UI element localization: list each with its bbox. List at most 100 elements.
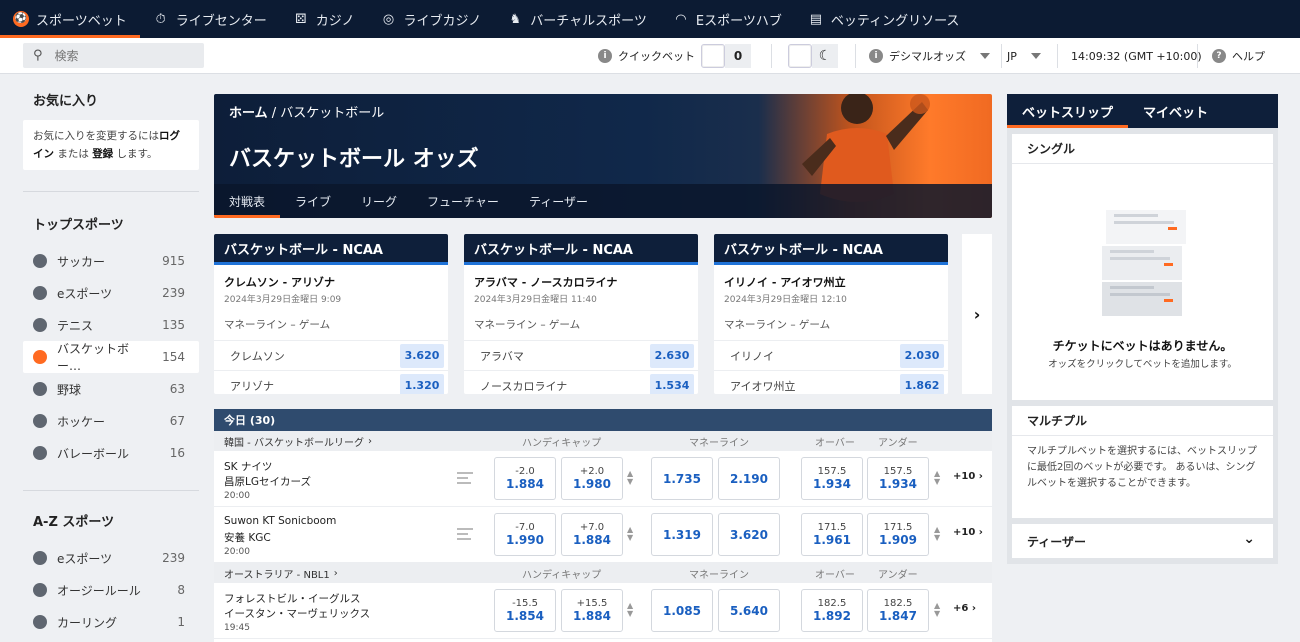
nav-sportsbet[interactable]: ⚽ スポーツベット bbox=[0, 0, 140, 38]
team-away[interactable]: 安養 KGC bbox=[224, 530, 271, 545]
alt-lines-icon[interactable]: ▲ ▼ bbox=[934, 602, 940, 618]
nav-casino[interactable]: ⚄ カジノ bbox=[280, 0, 368, 38]
alt-lines-icon[interactable]: ▲ ▼ bbox=[934, 526, 940, 542]
under-button[interactable]: 182.5 1.847 bbox=[867, 589, 929, 632]
sidebar-item-esports-az[interactable]: eスポーツ 239 bbox=[23, 542, 199, 574]
language-select[interactable]: JP bbox=[1007, 38, 1041, 74]
moon-icon[interactable]: ☾ bbox=[812, 44, 838, 68]
nav-live-center[interactable]: ⏱ ライブセンター bbox=[140, 0, 280, 38]
theme-toggle[interactable] bbox=[788, 44, 812, 68]
sidebar-item-curling[interactable]: カーリング 1 bbox=[23, 606, 199, 638]
more-markets-link[interactable]: +10 › bbox=[953, 527, 983, 538]
soccer-ball-icon: ⚽ bbox=[13, 11, 29, 27]
sidebar-item-hockey[interactable]: ホッケー 67 bbox=[23, 405, 199, 437]
teaser-panel[interactable]: ティーザー ⌄ bbox=[1012, 524, 1273, 558]
quickbet-toggle[interactable] bbox=[701, 44, 725, 68]
sidebar-item-baseball[interactable]: 野球 63 bbox=[23, 373, 199, 405]
alt-lines-icon[interactable]: ▲ ▼ bbox=[627, 470, 633, 486]
alt-lines-icon[interactable]: ▲ ▼ bbox=[627, 526, 633, 542]
theme-switch: ☾ bbox=[788, 38, 838, 74]
tab-leagues[interactable]: リーグ bbox=[346, 184, 412, 218]
odds-value: 1.990 bbox=[506, 533, 544, 547]
sidebar-item-aussie-rules[interactable]: オージールール 8 bbox=[23, 574, 199, 606]
alt-lines-icon[interactable]: ▲ ▼ bbox=[627, 602, 633, 618]
moneyline-home-button[interactable]: 1.319 bbox=[651, 513, 713, 556]
help-label: ヘルプ bbox=[1232, 50, 1265, 63]
search-box[interactable]: ⚲ bbox=[23, 43, 204, 68]
handicap-home-button[interactable]: -15.5 1.854 bbox=[494, 589, 556, 632]
nav-label: ライブセンター bbox=[175, 13, 267, 29]
odds-button[interactable]: 3.620 bbox=[400, 343, 444, 368]
chevron-right-icon[interactable]: › bbox=[962, 234, 992, 394]
odds-button[interactable]: 1.320 bbox=[400, 373, 444, 394]
tab-teasers[interactable]: ティーザー bbox=[514, 184, 603, 218]
language-value: JP bbox=[1007, 49, 1017, 63]
single-panel: シングル チケットにベットはありません。 オッズをクリックしてベットを追加します… bbox=[1012, 134, 1273, 400]
help-link[interactable]: ? ヘルプ bbox=[1212, 38, 1265, 74]
tab-betslip[interactable]: ベットスリップ bbox=[1007, 94, 1128, 128]
sidebar-item-esports[interactable]: eスポーツ 239 bbox=[23, 277, 199, 309]
nav-live-casino[interactable]: ◎ ライブカジノ bbox=[368, 0, 495, 38]
nav-betting-resources[interactable]: ▤ ベッティングリソース bbox=[795, 0, 973, 38]
more-markets-link[interactable]: +10 › bbox=[953, 471, 983, 482]
moneyline-home-button[interactable]: 1.085 bbox=[651, 589, 713, 632]
under-button[interactable]: 157.5 1.934 bbox=[867, 457, 929, 500]
nav-esports-hub[interactable]: ◠ Eスポーツハブ bbox=[660, 0, 795, 38]
odds-button[interactable]: 1.534 bbox=[650, 373, 694, 394]
breadcrumb-home[interactable]: ホーム bbox=[229, 106, 268, 121]
tab-mybets[interactable]: マイベット bbox=[1128, 94, 1223, 128]
stats-icon[interactable] bbox=[457, 471, 473, 485]
sidebar-item-soccer[interactable]: サッカー 915 bbox=[23, 245, 199, 277]
sidebar-item-basketball[interactable]: バスケットボー… 154 bbox=[23, 341, 199, 373]
team-home[interactable]: Suwon KT Sonicboom bbox=[224, 515, 336, 527]
sidebar-item-volleyball[interactable]: バレーボール 16 bbox=[23, 437, 199, 469]
over-button[interactable]: 157.5 1.934 bbox=[801, 457, 863, 500]
alt-lines-icon[interactable]: ▲ ▼ bbox=[934, 470, 940, 486]
moneyline-away-button[interactable]: 3.620 bbox=[718, 513, 780, 556]
odds-format-select[interactable]: i デシマルオッズ bbox=[869, 38, 990, 74]
clock: 14:09:32 (GMT +10:00) bbox=[1071, 49, 1202, 63]
utility-bar: ⚲ i クイックベット 0 ☾ i デシマルオッズ JP 14:09:32 (G… bbox=[0, 38, 1300, 74]
moneyline-away-button[interactable]: 5.640 bbox=[718, 589, 780, 632]
handicap-home-button[interactable]: -7.0 1.990 bbox=[494, 513, 556, 556]
more-markets-link[interactable]: +6 › bbox=[953, 603, 976, 614]
odds-button[interactable]: 2.030 bbox=[900, 343, 944, 368]
league-header[interactable]: 韓国 - バスケットボールリーグ › ハンディキャップ マネーライン オーバー ア… bbox=[214, 431, 992, 451]
over-button[interactable]: 182.5 1.892 bbox=[801, 589, 863, 632]
divider bbox=[23, 490, 199, 491]
odds-value: 3.620 bbox=[730, 527, 768, 542]
search-input[interactable] bbox=[54, 48, 175, 63]
card-match[interactable]: アラバマ - ノースカロライナ bbox=[464, 265, 698, 290]
league-header[interactable]: オーストラリア - NBL1 › ハンディキャップ マネーライン オーバー アンダ… bbox=[214, 563, 992, 583]
breadcrumb-current: バスケットボール bbox=[280, 106, 385, 121]
tab-live[interactable]: ライブ bbox=[280, 184, 346, 218]
register-link[interactable]: 登録 bbox=[92, 148, 113, 160]
handicap-home-button[interactable]: -2.0 1.884 bbox=[494, 457, 556, 500]
team-away[interactable]: イースタン・マーヴェリックス bbox=[224, 606, 370, 621]
top-sports-title: トップスポーツ bbox=[33, 218, 124, 233]
over-button[interactable]: 171.5 1.961 bbox=[801, 513, 863, 556]
handicap-away-button[interactable]: +2.0 1.980 bbox=[561, 457, 623, 500]
info-icon[interactable]: i bbox=[598, 49, 612, 63]
sidebar-item-tennis[interactable]: テニス 135 bbox=[23, 309, 199, 341]
nav-virtual-sports[interactable]: ♞ バーチャルスポーツ bbox=[494, 0, 660, 38]
handicap-away-button[interactable]: +15.5 1.884 bbox=[561, 589, 623, 632]
team-home[interactable]: フォレストビル・イーグルス bbox=[224, 591, 361, 606]
card-match[interactable]: クレムソン - アリゾナ bbox=[214, 265, 448, 290]
tab-futures[interactable]: フューチャー bbox=[412, 184, 514, 218]
card-match[interactable]: イリノイ - アイオワ州立 bbox=[714, 265, 948, 290]
team-name: ノースカロライナ bbox=[480, 379, 568, 393]
odds-button[interactable]: 1.862 bbox=[900, 373, 944, 394]
team-home[interactable]: SK ナイツ bbox=[224, 459, 272, 474]
team-away[interactable]: 昌原LGセイカーズ bbox=[224, 474, 311, 489]
odds-button[interactable]: 2.630 bbox=[650, 343, 694, 368]
card-market: マネーライン – ゲーム bbox=[724, 319, 831, 331]
stats-icon[interactable] bbox=[457, 527, 473, 541]
chevron-down-icon[interactable]: ⌄ bbox=[1243, 531, 1255, 547]
card-date: 2024年3月29日金曜日 12:10 bbox=[724, 295, 847, 305]
handicap-away-button[interactable]: +7.0 1.884 bbox=[561, 513, 623, 556]
moneyline-home-button[interactable]: 1.735 bbox=[651, 457, 713, 500]
under-button[interactable]: 171.5 1.909 bbox=[867, 513, 929, 556]
tab-matchups[interactable]: 対戦表 bbox=[214, 184, 281, 218]
moneyline-away-button[interactable]: 2.190 bbox=[718, 457, 780, 500]
